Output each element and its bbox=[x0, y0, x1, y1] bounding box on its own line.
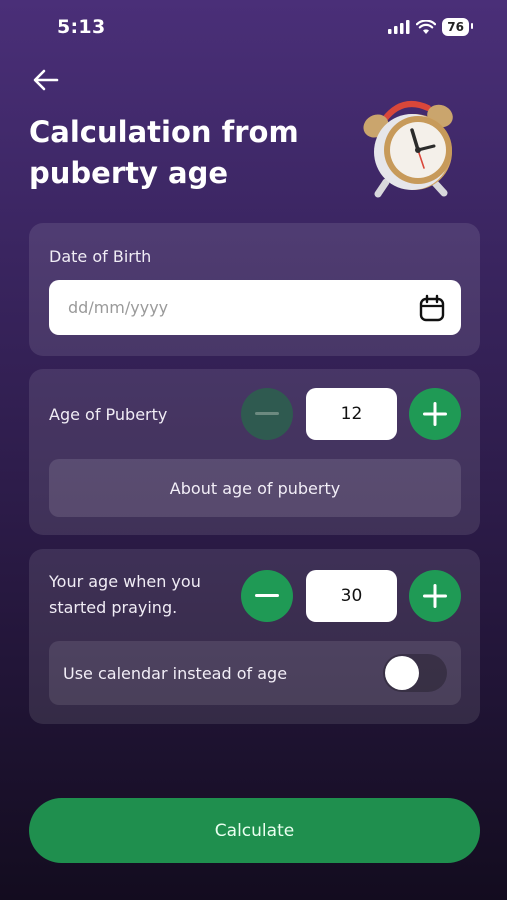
calendar-toggle-label: Use calendar instead of age bbox=[63, 663, 288, 683]
praying-age-card: Your age when you started praying. 30 Us… bbox=[29, 549, 480, 724]
puberty-decrement-button[interactable] bbox=[241, 388, 293, 440]
calculate-button[interactable]: Calculate bbox=[29, 798, 480, 863]
status-time: 5:13 bbox=[57, 16, 106, 38]
puberty-age-value[interactable]: 12 bbox=[306, 388, 397, 440]
toggle-knob bbox=[385, 656, 419, 690]
about-age-of-puberty-button[interactable]: About age of puberty bbox=[49, 459, 461, 517]
praying-increment-button[interactable] bbox=[409, 570, 461, 622]
praying-age-label: Your age when you started praying. bbox=[49, 572, 201, 617]
page-title: Calculation from puberty age bbox=[29, 115, 299, 190]
calendar-toggle-row: Use calendar instead of age bbox=[49, 641, 461, 705]
minus-icon bbox=[255, 412, 279, 415]
back-button[interactable] bbox=[30, 64, 62, 96]
wifi-icon bbox=[416, 19, 437, 34]
praying-decrement-button[interactable] bbox=[241, 570, 293, 622]
alarm-clock-icon bbox=[363, 101, 453, 198]
date-of-birth-field[interactable]: dd/mm/yyyy bbox=[49, 280, 461, 335]
age-of-puberty-card: Age of Puberty 12 About age of puberty bbox=[29, 369, 480, 535]
plus-icon bbox=[423, 584, 447, 608]
back-arrow-icon bbox=[33, 69, 59, 91]
status-bar: 5:13 76 bbox=[0, 0, 507, 52]
age-of-puberty-label: Age of Puberty bbox=[49, 405, 168, 424]
plus-icon bbox=[423, 402, 447, 426]
date-of-birth-card: Date of Birth dd/mm/yyyy bbox=[29, 223, 480, 356]
calendar-toggle[interactable] bbox=[383, 654, 447, 692]
battery-indicator: 76 bbox=[442, 18, 473, 36]
calendar-icon[interactable] bbox=[417, 293, 447, 323]
minus-icon bbox=[255, 594, 279, 597]
date-of-birth-placeholder: dd/mm/yyyy bbox=[68, 298, 169, 317]
puberty-increment-button[interactable] bbox=[409, 388, 461, 440]
date-of-birth-label: Date of Birth bbox=[49, 247, 152, 266]
praying-age-value[interactable]: 30 bbox=[306, 570, 397, 622]
status-icons: 76 bbox=[388, 18, 473, 36]
signal-icon bbox=[388, 20, 410, 34]
